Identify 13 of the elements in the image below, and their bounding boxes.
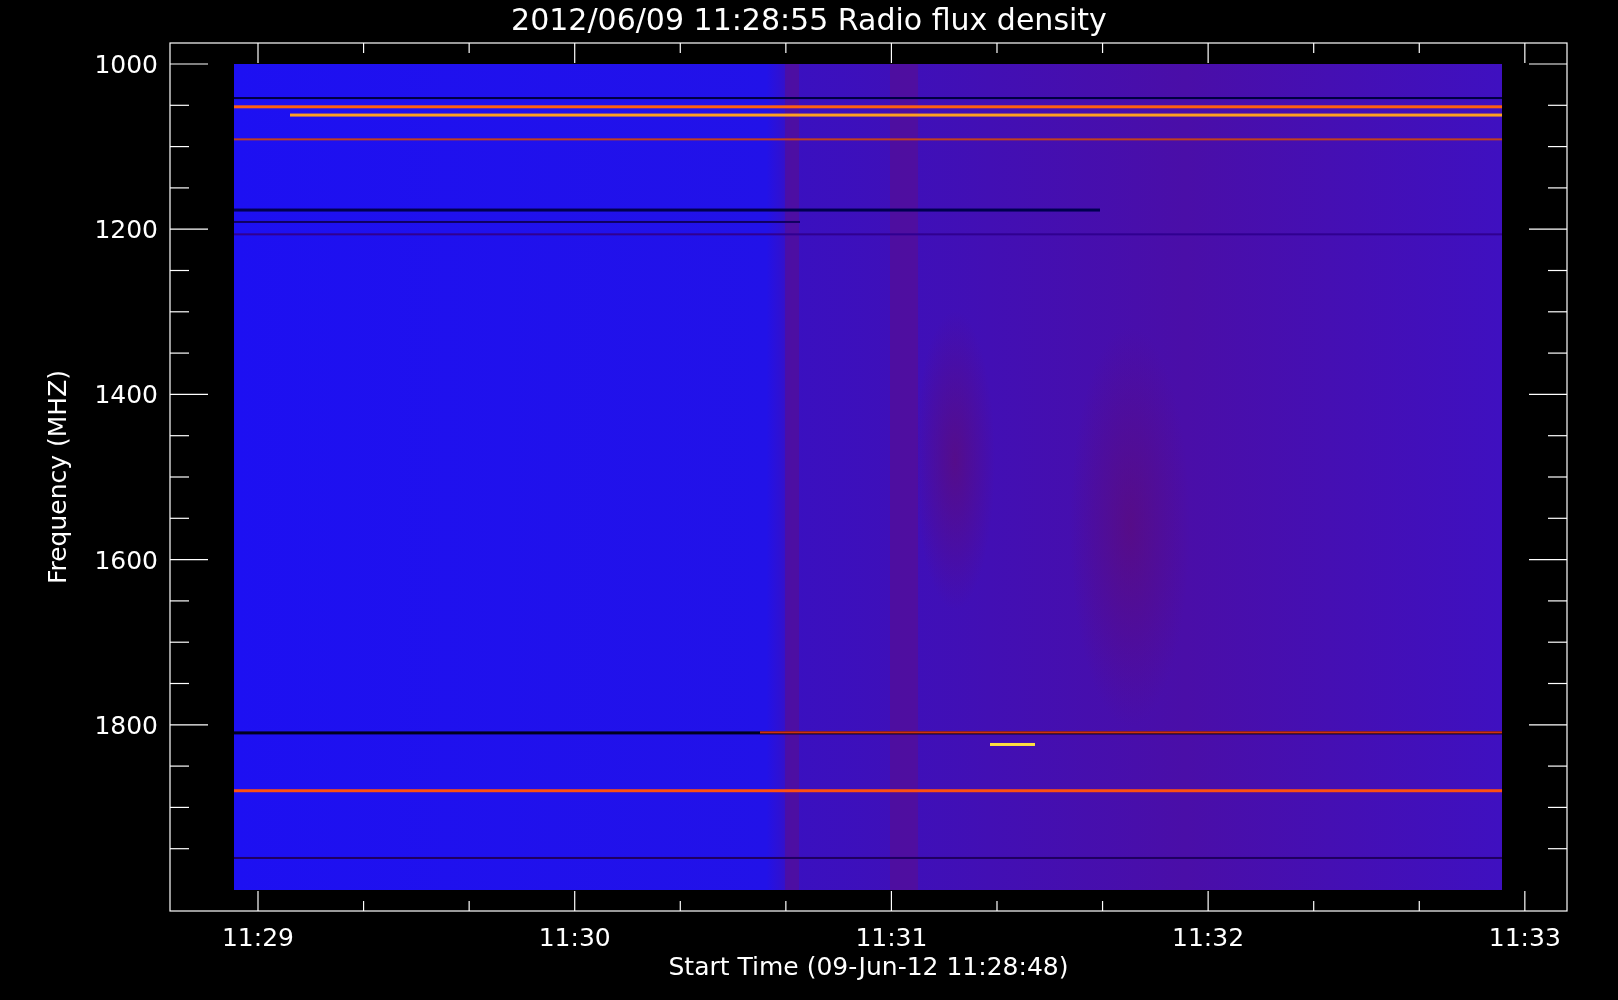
- y-axis-label: Frequency (MHZ): [43, 369, 72, 585]
- chart-title: 2012/06/09 11:28:55 Radio flux density: [511, 2, 1107, 38]
- y-tick-label: 1800: [94, 710, 158, 740]
- y-tick-label: 1400: [94, 380, 158, 410]
- y-tick-label: 1200: [94, 215, 158, 245]
- x-axis-label: Start Time (09-Jun-12 11:28:48): [668, 952, 1069, 981]
- x-tick-label: 11:33: [1488, 923, 1561, 952]
- x-tick-label: 11:30: [538, 923, 611, 952]
- x-tick-label: 11:31: [855, 923, 928, 952]
- x-tick-label: 11:32: [1172, 923, 1245, 952]
- y-tick-label: 1000: [94, 50, 158, 79]
- y-tick-label: 1600: [94, 545, 158, 575]
- x-tick-label: 11:29: [222, 923, 294, 952]
